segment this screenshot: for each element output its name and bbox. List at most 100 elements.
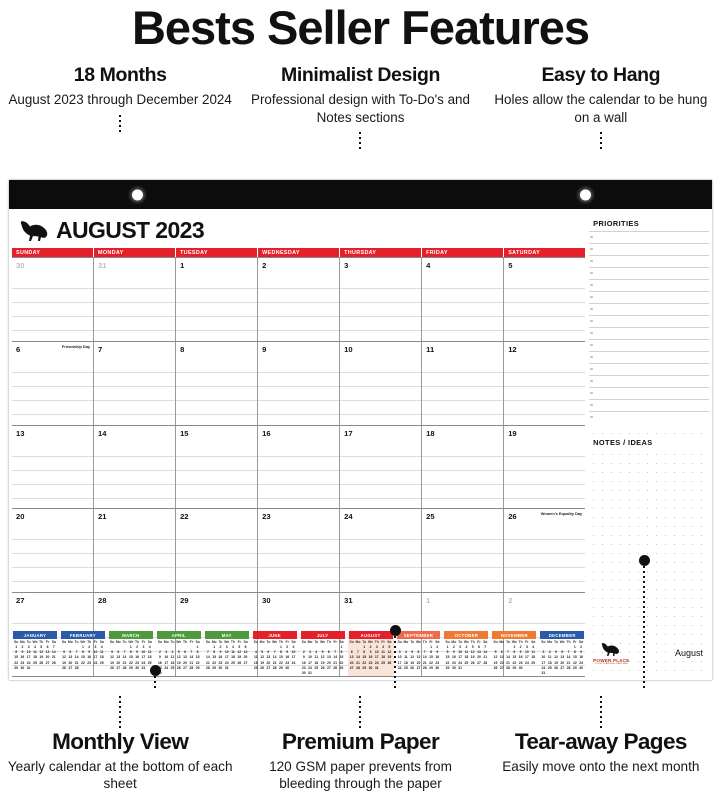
mini-month-grid: SuMoTuWeThFrSa...12345678910111213141516… (109, 639, 153, 672)
calendar-day-cell[interactable]: 30 (12, 258, 95, 341)
mini-month-title: NOVEMBER (492, 631, 537, 639)
footer-month-label: August (674, 648, 703, 658)
day-number: 9 (262, 344, 267, 354)
mini-month-april[interactable]: APRILSuMoTuWeThFrSa......123456789101112… (156, 631, 202, 676)
day-number: 14 (98, 428, 107, 438)
day-ruled-lines (340, 442, 422, 509)
mini-month-grid: SuMoTuWeThFrSa......12345678910111213141… (301, 639, 345, 677)
calendar-day-cell[interactable]: 17 (340, 425, 423, 509)
day-ruled-lines (504, 358, 586, 425)
calendar-day-cell[interactable]: 4 (422, 258, 505, 341)
mini-month-grid: SuMoTuWeThFrSa....1234567891011121314151… (253, 639, 297, 672)
calendar-day-cell[interactable]: 6 Friendship Day (12, 341, 95, 425)
day-number: 1 (180, 261, 185, 270)
feature-title: Monthly View (52, 729, 189, 754)
connector-dotline (119, 696, 122, 730)
calendar-day-cell[interactable]: 1 (176, 258, 259, 341)
day-ruled-lines (258, 526, 340, 593)
mini-month-grid: SuMoTuWeThFrSa......12345678910111213141… (157, 639, 201, 677)
mini-month-july[interactable]: JULYSuMoTuWeThFrSa......1234567891011121… (300, 631, 346, 676)
mini-month-november[interactable]: NOVEMBERSuMoTuWeThFrSa...123456789101112… (491, 631, 537, 676)
brand-logo: POWER PLACE YOUR PLANNING PARTNER (593, 642, 629, 665)
mini-month-february[interactable]: FEBRUARYSuMoTuWeThFrSa...123456789101112… (60, 631, 106, 676)
calendar-day-cell[interactable]: 15 (176, 425, 259, 509)
priorities-write-area[interactable] (589, 231, 709, 421)
day-ruled-lines (422, 358, 504, 425)
day-ruled-lines (504, 526, 586, 593)
top-feature-row: 18 Months August 2023 through December 2… (0, 64, 721, 150)
mini-day: 31 (308, 671, 312, 676)
mini-month-title: OCTOBER (444, 631, 489, 639)
day-ruled-lines (94, 358, 176, 425)
notes-title: NOTES / IDEAS (593, 438, 653, 447)
mini-month-september[interactable]: SEPTEMBERSuMoTuWeThFrSa.....123456789101… (396, 631, 442, 676)
day-ruled-lines (12, 358, 94, 425)
mini-month-grid: Su Mo Tu We Th Fr Sa 1 2 3 4 5 6 7 8 9 10 11 12 13 14 15 16 17 1… (13, 639, 57, 672)
day-ruled-lines (258, 358, 340, 425)
calendar-day-cell[interactable]: 9 (258, 341, 341, 425)
day-ruled-lines (12, 442, 94, 509)
mini-month-october[interactable]: OCTOBER Su Mo Tu We Th Fr Sa 1 2 3 4 5 6 7 8 9 10 11 12 13 14… (443, 631, 489, 676)
day-number: 13 (16, 428, 25, 438)
feature-tear-away-pages: Tear-away Pages Easily move onto the nex… (481, 690, 721, 793)
day-ruled-lines (176, 442, 258, 509)
mini-month-march[interactable]: MARCHSuMoTuWeThFrSa...123456789101112131… (108, 631, 154, 676)
calendar-day-cell[interactable]: 13 (12, 425, 95, 509)
day-number: 4 (426, 261, 431, 270)
feature-title: 18 Months (73, 64, 167, 86)
calendar-day-cell[interactable]: 10 (340, 341, 423, 425)
calendar-side-panels: PRIORITIES NOTES / IDEAS (589, 213, 709, 677)
feature-monthly-view: Monthly View Yearly calendar at the bott… (0, 690, 240, 793)
calendar-day-cell[interactable]: 24 (340, 509, 423, 593)
calendar-day-cell[interactable]: 11 (422, 341, 505, 425)
notes-dot-grid-top (589, 429, 709, 438)
calendar-week-row: 6 Friendship Day 7 8 9 10 11 12 (12, 341, 586, 426)
infographic-page: Bests Seller Features 18 Months August 2… (0, 0, 721, 800)
connector-dotline (359, 696, 362, 730)
calendar-day-cell[interactable]: 26 Women's Equality Day (504, 509, 586, 593)
feature-minimalist-design: Minimalist Design Professional design wi… (240, 64, 480, 150)
calendar-day-cell[interactable]: 20 (12, 509, 95, 593)
calendar-day-cell[interactable]: 5 (504, 258, 586, 341)
calendar-day-cell[interactable]: 31 (94, 258, 177, 341)
calendar-day-cell[interactable]: 2 (258, 258, 341, 341)
calendar-day-cell[interactable]: 7 (94, 341, 177, 425)
calendar-body: AUGUST 2023 SUNDAY MONDAY TUESDAY WEDNESDAY… (9, 209, 712, 680)
calendar-day-cell[interactable]: 19 (504, 426, 586, 509)
weekday-header-thursday: THURSDAY (340, 248, 422, 257)
mini-month-january[interactable]: JANUARY Su Mo Tu We Th Fr Sa 1 2 3 4 5 6 7 8 9 10 11 12 13 14… (12, 631, 58, 676)
day-ruled-lines (12, 526, 94, 593)
day-number: 16 (262, 428, 271, 438)
mini-month-december[interactable]: DECEMBERSuMoTuWeThFrSa.....1234567891011… (539, 631, 585, 676)
calendar-day-cell[interactable]: 14 (94, 425, 177, 509)
mini-month-june[interactable]: JUNESuMoTuWeThFrSa....123456789101112131… (252, 631, 298, 676)
day-number: 3 (344, 261, 349, 270)
callout-dot-monthly-view (150, 665, 161, 676)
day-ruled-lines (504, 275, 586, 341)
page-title: Bests Seller Features (131, 1, 590, 54)
callout-line-monthly-view (154, 676, 156, 690)
calendar-day-cell[interactable]: 3 (340, 258, 423, 341)
mini-month-grid: SuMoTuWeThFrSa..123456789101112131415161… (349, 639, 393, 672)
day-number: 5 (508, 261, 513, 270)
brand-name: POWER PLACE (593, 657, 630, 663)
feature-desc: Professional design with To-Do's and Not… (251, 92, 470, 125)
mini-year-strip: JANUARY Su Mo Tu We Th Fr Sa 1 2 3 4 5 6 7 8 9 10 11 12 13 14… (12, 631, 585, 677)
calendar-day-cell[interactable]: 22 (176, 509, 259, 593)
calendar-day-cell[interactable]: 16 (258, 425, 341, 509)
day-ruled-lines (94, 442, 176, 509)
feature-easy-to-hang: Easy to Hang Holes allow the calendar to… (481, 64, 721, 150)
calendar-day-cell[interactable]: 21 (94, 509, 177, 593)
mini-month-grid: Su Mo Tu We Th Fr Sa 1 2 3 4 5 6 7 8 9 10 11 12 13 14 15 16 17 1… (444, 639, 488, 672)
mini-month-may[interactable]: MAYSuMoTuWeThFrSa.1234567891011121314151… (204, 631, 250, 676)
calendar-day-cell[interactable]: 18 (422, 425, 505, 509)
calendar-day-cell[interactable]: 25 (422, 509, 505, 593)
calendar-day-cell[interactable]: 12 (504, 342, 586, 425)
calendar-hanging-bar (9, 180, 712, 209)
mini-month-august[interactable]: AUGUSTSuMoTuWeThFrSa..123456789101112131… (347, 631, 394, 677)
priorities-panel[interactable]: PRIORITIES (589, 213, 709, 421)
day-ruled-lines (176, 275, 258, 341)
calendar-day-cell[interactable]: 23 (258, 509, 341, 593)
mini-month-grid: SuMoTuWeThFrSa.....123456789101112131415… (397, 639, 441, 672)
calendar-day-cell[interactable]: 8 (176, 341, 259, 425)
